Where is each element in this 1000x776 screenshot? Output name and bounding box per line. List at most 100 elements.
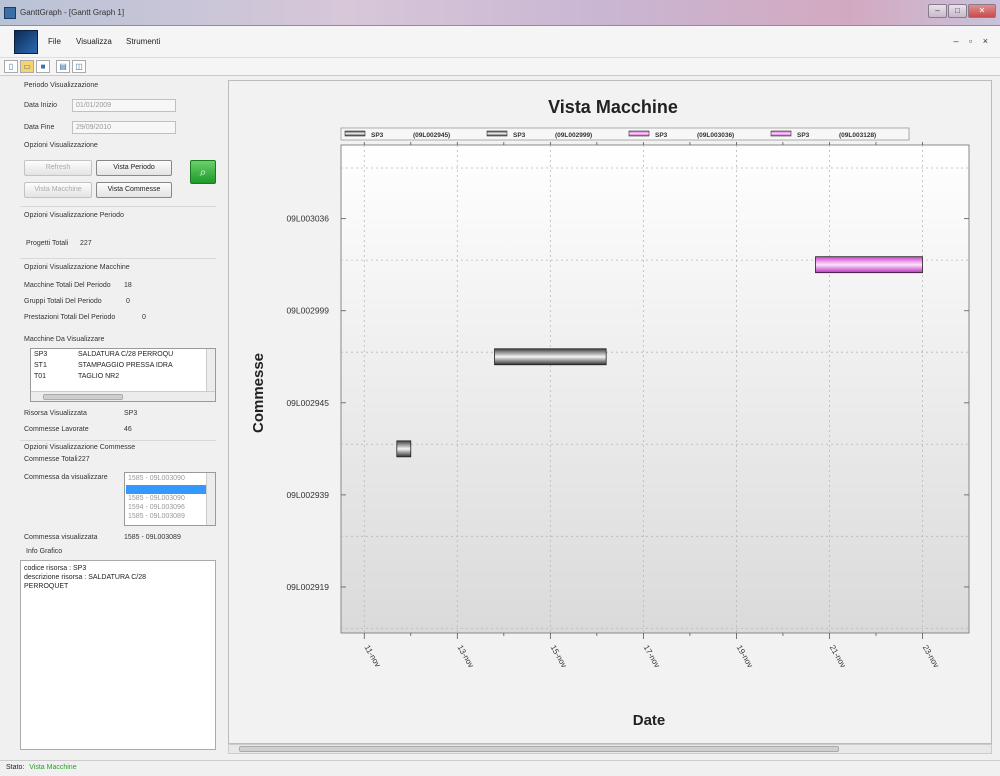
vista-commesse-button[interactable]: Vista Commesse	[96, 182, 172, 198]
status-value: Vista Macchine	[29, 764, 77, 771]
info-line: PERROQUET	[24, 583, 69, 590]
maximize-button[interactable]: □	[948, 4, 967, 18]
periodo-title: Periodo Visualizzazione	[24, 82, 99, 89]
list-item[interactable]: 1594 - 09L003096	[128, 504, 185, 511]
y-tick-label: 09L002999	[286, 306, 329, 316]
macchine-totali-label: Macchine Totali Del Periodo	[24, 282, 111, 289]
y-tick-label: 09L002939	[286, 490, 329, 500]
x-tick-label: 17-nov	[642, 644, 662, 670]
legend-swatch	[344, 130, 366, 137]
list-item[interactable]: SP3 SALDATURA C/28 PERROQU	[34, 351, 173, 358]
horizontal-scrollbar[interactable]	[31, 391, 215, 401]
x-axis-label: Date	[633, 712, 666, 729]
list-item[interactable]: T01 TAGLIO NR2	[34, 373, 119, 380]
legend-series-name: SP3	[797, 132, 810, 139]
info-line: descrizione risorsa : SALDATURA C/28	[24, 574, 147, 581]
legend-series-id: (09L002945)	[413, 132, 450, 139]
macchine-da-vis-label: Macchine Da Visualizzare	[24, 336, 105, 343]
vertical-scrollbar[interactable]	[206, 473, 215, 525]
menu-bar: File Visualizza Strumenti – ▫ ×	[0, 26, 1000, 58]
x-tick-label: 21-nov	[828, 644, 848, 670]
menu-strumenti[interactable]: Strumenti	[126, 37, 160, 46]
gantt-chart: Vista Macchine SP3 (09L002945) SP3 (09L0029…	[250, 97, 970, 729]
y-tick-label: 09L002919	[286, 582, 329, 592]
y-tick-label: 09L003036	[286, 214, 329, 224]
divider	[20, 440, 216, 441]
left-panel: Periodo Visualizzazione Data Inizio 01/0…	[14, 78, 220, 754]
data-inizio-label: Data Inizio	[24, 102, 58, 109]
data-fine-field[interactable]: 29/09/2010	[72, 121, 176, 134]
open-folder-icon[interactable]: ▭	[20, 60, 34, 73]
divider	[20, 206, 216, 207]
opzioni-title: Opzioni Visualizzazione	[24, 142, 98, 149]
data-fine-label: Data Fine	[24, 124, 55, 131]
progetti-totali-value: 227	[80, 240, 92, 247]
prestazioni-totali-value: 0	[142, 314, 146, 321]
print-icon[interactable]: ▤	[56, 60, 70, 73]
machines-listbox[interactable]: SP3 SALDATURA C/28 PERROQU ST1 STAMPAGGIO …	[30, 348, 216, 402]
gruppi-totali-value: 0	[126, 298, 130, 305]
list-item-selected[interactable]	[126, 485, 206, 494]
info-title: Info Grafico	[26, 548, 63, 555]
legend-swatch	[486, 130, 508, 137]
save-icon[interactable]: ■	[36, 60, 50, 73]
macchine-totali-value: 18	[124, 282, 132, 289]
list-item[interactable]: ST1 STAMPAGGIO PRESSA IDRA	[34, 362, 173, 369]
refresh-button[interactable]: Refresh	[24, 160, 92, 176]
progetti-totali-label: Progetti Totali	[26, 240, 69, 247]
status-label: Stato:	[6, 764, 25, 771]
commesse-totali-label: Commesse Totali	[24, 456, 78, 463]
vertical-scrollbar[interactable]	[206, 349, 215, 391]
commesse-lavorate-label: Commesse Lavorate	[24, 426, 89, 433]
print-preview-icon[interactable]: ◫	[72, 60, 86, 73]
legend-series-name: SP3	[371, 132, 384, 139]
chart-horizontal-scrollbar[interactable]	[228, 744, 992, 754]
list-item[interactable]: 1585 - 09L003090	[128, 475, 185, 482]
status-bar: Stato: Vista Macchine	[0, 760, 1000, 776]
legend-series-id: (09L002999)	[555, 132, 592, 139]
data-inizio-field[interactable]: 01/01/2009	[72, 99, 176, 112]
new-icon[interactable]: ▯	[4, 60, 18, 73]
commesse-lavorate-value: 46	[124, 426, 132, 433]
opz-commesse-title: Opzioni Visualizzazione Commesse	[24, 444, 136, 451]
legend-series-id: (09L003036)	[697, 132, 734, 139]
mdi-controls[interactable]: – ▫ ×	[954, 36, 992, 46]
risorsa-value: SP3	[124, 410, 138, 417]
divider	[20, 258, 216, 259]
scroll-thumb[interactable]	[43, 394, 123, 400]
search-icon[interactable]: ⌕	[190, 160, 216, 184]
gantt-bar[interactable]	[815, 256, 923, 274]
list-item[interactable]: 1585 - 09L003089	[128, 513, 185, 520]
info-textarea[interactable]: codice risorsa : SP3 descrizione risorsa…	[20, 560, 216, 750]
risorsa-label: Risorsa Visualizzata	[24, 410, 87, 417]
app-icon	[4, 7, 16, 19]
commesse-totali-value: 227	[78, 456, 90, 463]
title-bar: GanttGraph - [Gantt Graph 1] – □ ✕	[0, 0, 1000, 26]
legend-series-id: (09L003128)	[839, 132, 876, 139]
commesse-listbox[interactable]: 1585 - 09L003090 1585 - 09L003090 1594 -…	[124, 472, 216, 526]
opz-periodo-title: Opzioni Visualizzazione Periodo	[24, 212, 124, 219]
list-item[interactable]: 1585 - 09L003090	[128, 495, 185, 502]
minimize-button[interactable]: –	[928, 4, 947, 18]
y-tick-label: 09L002945	[286, 398, 329, 408]
x-tick-label: 19-nov	[735, 644, 755, 670]
scroll-thumb[interactable]	[239, 746, 839, 752]
gruppi-totali-label: Gruppi Totali Del Periodo	[24, 298, 102, 305]
x-tick-label: 13-nov	[456, 644, 476, 670]
gantt-bar[interactable]	[494, 348, 607, 366]
legend-swatch	[770, 130, 792, 137]
close-button[interactable]: ✕	[968, 4, 996, 18]
opz-macchine-title: Opzioni Visualizzazione Macchine	[24, 264, 130, 271]
x-tick-label: 23-nov	[921, 644, 941, 670]
menu-file[interactable]: File	[48, 37, 61, 46]
menu-visualizza[interactable]: Visualizza	[76, 37, 112, 46]
app-logo	[14, 30, 38, 54]
gantt-bar[interactable]	[396, 440, 412, 458]
vista-periodo-button[interactable]: Vista Periodo	[96, 160, 172, 176]
legend-swatch	[628, 130, 650, 137]
commessa-da-vis-label: Commessa da visualizzare	[24, 474, 108, 481]
commessa-visualizzata-label: Commessa visualizzata	[24, 534, 98, 541]
vista-macchine-button[interactable]: Vista Macchine	[24, 182, 92, 198]
chart-window: Vista Macchine SP3 (09L002945) SP3 (09L0029…	[228, 80, 992, 744]
commessa-visualizzata-value: 1585 - 09L003089	[124, 534, 181, 541]
